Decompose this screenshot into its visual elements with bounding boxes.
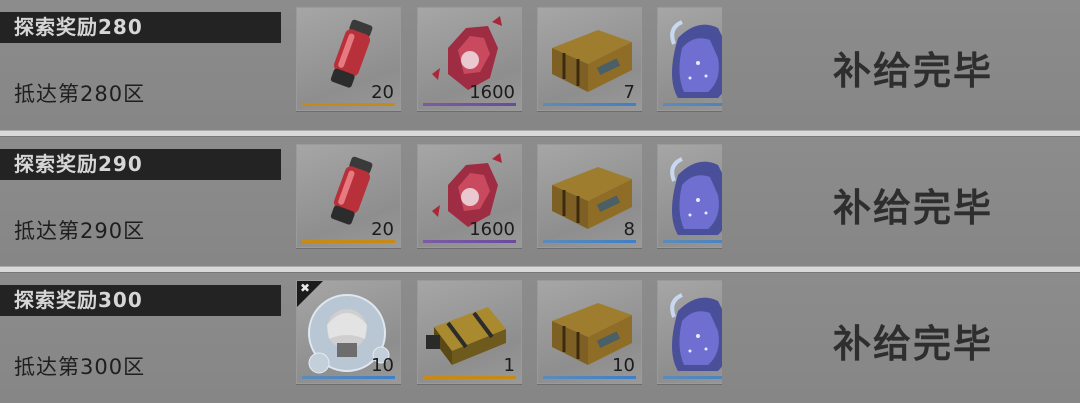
item-count: 20	[371, 219, 394, 240]
reward-item[interactable]: 1600	[417, 144, 522, 248]
reward-items: ✖ 10 1 10	[296, 280, 722, 386]
item-count: 7	[623, 82, 635, 103]
item-count: 20	[371, 82, 394, 103]
item-count: 10	[371, 355, 394, 376]
reward-title: 探索奖励300	[0, 285, 281, 316]
reward-items: 20 1600 7	[296, 7, 722, 113]
reward-item[interactable]: 8	[537, 144, 642, 248]
galaxy-potion-bottle-icon	[670, 293, 722, 371]
row-divider	[0, 266, 1080, 273]
reward-item[interactable]: 10	[537, 280, 642, 384]
reward-item[interactable]	[657, 7, 722, 111]
cross-icon: ✖	[300, 281, 311, 295]
reward-row: 探索奖励280 抵达第280区 20 1600 7 补给完毕	[0, 0, 1080, 130]
item-count: 8	[623, 219, 635, 240]
status-label: 补给完毕	[833, 49, 994, 93]
reward-item[interactable]: ✖ 10	[296, 280, 401, 384]
reward-items: 20 1600 8	[296, 144, 722, 250]
row-divider	[0, 130, 1080, 137]
item-count: 10	[612, 355, 635, 376]
status-label: 补给完毕	[833, 186, 994, 230]
reward-item[interactable]	[657, 144, 722, 248]
reward-row: 探索奖励300 抵达第300区 ✖ 10 1 10 补给完毕	[0, 273, 1080, 403]
item-count: 1600	[469, 82, 515, 103]
reward-row: 探索奖励290 抵达第290区 20 1600 8 补给完毕	[0, 137, 1080, 267]
reward-title: 探索奖励280	[0, 12, 281, 43]
reward-item[interactable]: 1600	[417, 7, 522, 111]
item-count: 1	[503, 355, 515, 376]
reward-item[interactable]: 1	[417, 280, 522, 384]
galaxy-potion-bottle-icon	[670, 157, 722, 235]
galaxy-potion-bottle-icon	[670, 20, 722, 98]
reward-item[interactable]: 20	[296, 7, 401, 111]
reward-condition: 抵达第290区	[14, 219, 146, 243]
reward-item[interactable]: 7	[537, 7, 642, 111]
status-label: 补给完毕	[833, 322, 994, 366]
reward-condition: 抵达第280区	[14, 82, 146, 106]
item-count: 1600	[469, 219, 515, 240]
reward-condition: 抵达第300区	[14, 355, 146, 379]
reward-item[interactable]	[657, 280, 722, 384]
reward-title: 探索奖励290	[0, 149, 281, 180]
reward-item[interactable]: 20	[296, 144, 401, 248]
